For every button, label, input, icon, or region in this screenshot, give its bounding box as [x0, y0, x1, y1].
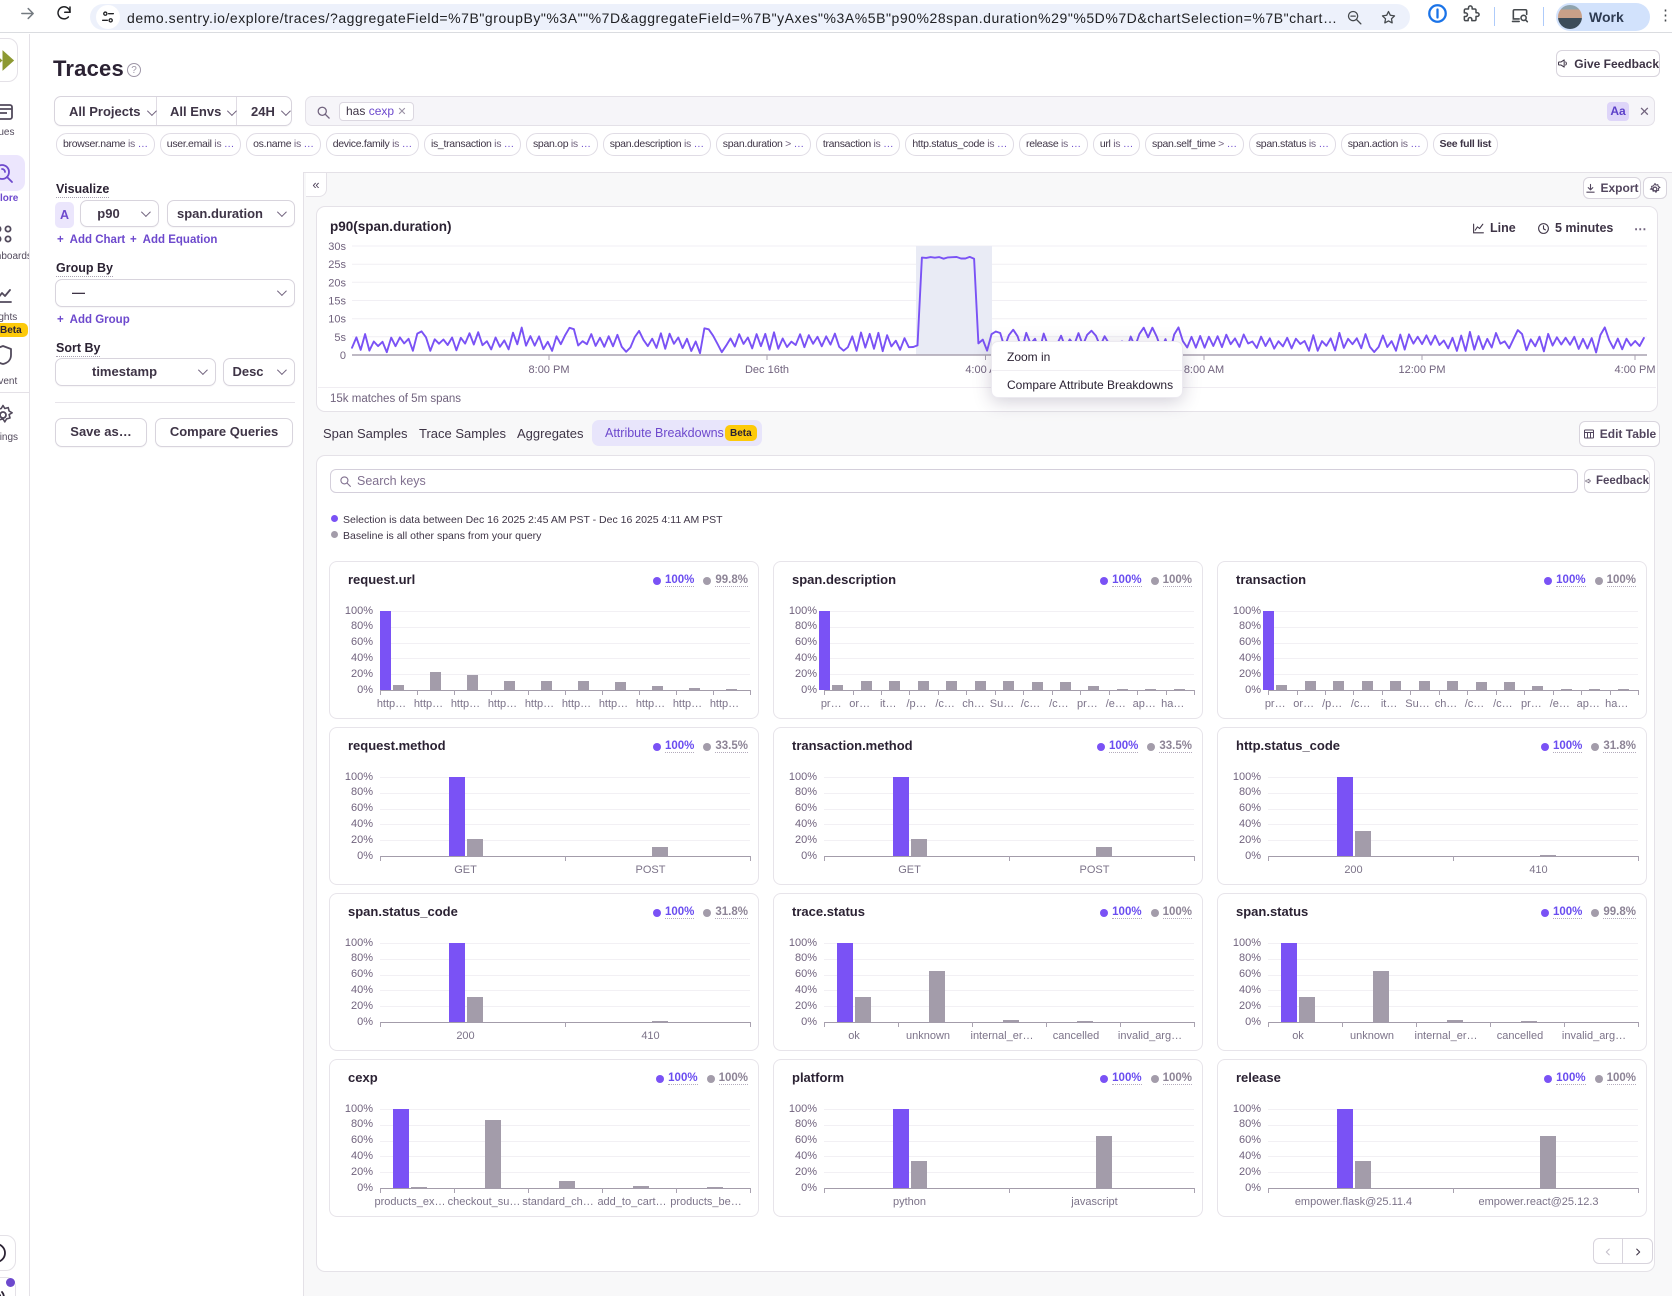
- svg-text:8:00 AM: 8:00 AM: [1184, 364, 1224, 376]
- svg-text:15s: 15s: [328, 296, 346, 308]
- svg-text:30s: 30s: [328, 241, 346, 253]
- svg-text:5s: 5s: [334, 332, 346, 344]
- svg-text:8:00 PM: 8:00 PM: [529, 364, 570, 376]
- svg-text:12:00 PM: 12:00 PM: [1398, 364, 1445, 376]
- svg-text:25s: 25s: [328, 259, 346, 271]
- svg-text:10s: 10s: [328, 314, 346, 326]
- svg-text:4:00 PM: 4:00 PM: [1615, 364, 1656, 376]
- svg-text:0: 0: [340, 350, 346, 362]
- svg-text:Dec 16th: Dec 16th: [745, 364, 789, 376]
- svg-text:20s: 20s: [328, 277, 346, 289]
